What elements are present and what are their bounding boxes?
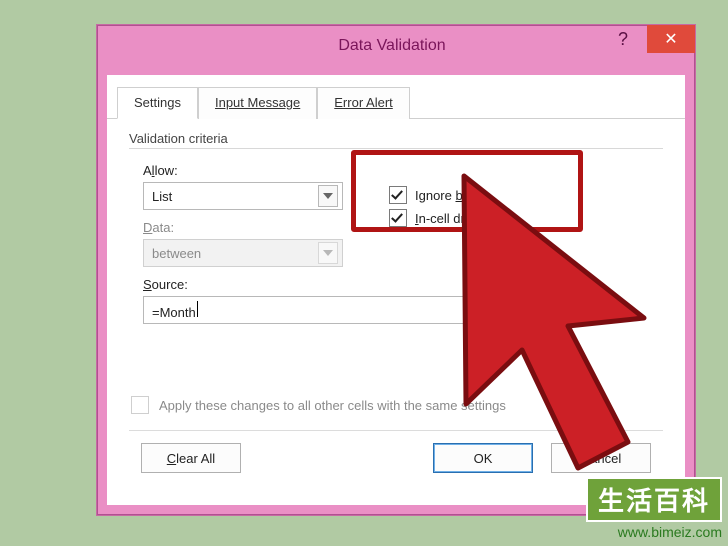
source-value: =Month	[152, 301, 464, 320]
divider	[129, 148, 663, 149]
apply-label: Apply these changes to all other cells w…	[159, 398, 506, 413]
watermark-text-cn: 生活百科	[586, 477, 722, 522]
checkbox-icon	[131, 396, 149, 414]
tab-error-alert[interactable]: Error Alert	[317, 87, 410, 119]
checkbox-icon	[389, 209, 407, 227]
allow-combo[interactable]: List	[143, 182, 343, 210]
client-area: Settings Input Message Error Alert Valid…	[107, 75, 685, 505]
chevron-down-icon	[318, 185, 338, 207]
source-input[interactable]: =Month	[143, 296, 493, 324]
divider	[129, 430, 663, 431]
chevron-down-icon	[318, 242, 338, 264]
tab-input-message[interactable]: Input Message	[198, 87, 317, 119]
window-title: Data Validation	[185, 37, 599, 55]
data-validation-dialog: Data Validation ? ✕ Settings Input Messa…	[96, 24, 696, 516]
validation-criteria-label: Validation criteria	[129, 131, 663, 146]
help-button[interactable]: ?	[599, 25, 647, 53]
close-button[interactable]: ✕	[647, 25, 695, 53]
checkbox-icon	[389, 186, 407, 204]
cancel-button[interactable]: Cancel	[551, 443, 651, 473]
ignore-blank-checkbox[interactable]: Ignore blank	[389, 186, 663, 204]
allow-label: Allow:	[143, 163, 389, 178]
source-label: Source:	[143, 277, 663, 292]
range-picker-icon[interactable]	[464, 299, 490, 321]
data-combo: between	[143, 239, 343, 267]
allow-value: List	[152, 189, 172, 204]
titlebar: Data Validation ? ✕	[97, 25, 695, 67]
incell-dropdown-checkbox[interactable]: In-cell dropdown	[389, 209, 663, 227]
watermark-url: www.bimeiz.com	[586, 524, 722, 540]
ignore-blank-label: Ignore blank	[415, 188, 487, 203]
data-value: between	[152, 246, 201, 261]
tab-settings[interactable]: Settings	[117, 87, 198, 119]
data-label: Data:	[143, 220, 389, 235]
ok-button[interactable]: OK	[433, 443, 533, 473]
button-row: Clear All OK Cancel	[129, 443, 663, 477]
settings-panel: Validation criteria Allow: List Data: be…	[107, 119, 685, 487]
incell-dropdown-label: In-cell dropdown	[415, 211, 510, 226]
clear-all-button[interactable]: Clear All	[141, 443, 241, 473]
tab-row: Settings Input Message Error Alert	[107, 75, 685, 119]
watermark: 生活百科 www.bimeiz.com	[586, 477, 722, 540]
apply-same-settings-checkbox: Apply these changes to all other cells w…	[129, 396, 663, 414]
